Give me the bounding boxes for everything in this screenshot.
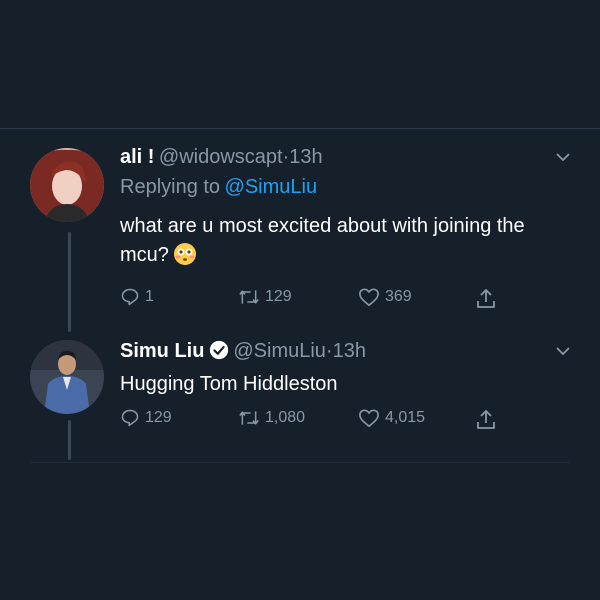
share-icon (477, 410, 495, 429)
timestamp[interactable]: 13h (289, 146, 322, 168)
retweet-count: 129 (265, 288, 292, 305)
chevron-down-icon[interactable] (554, 148, 572, 166)
avatar-simu-liu[interactable] (30, 340, 104, 414)
bottom-divider (30, 462, 570, 463)
reply-button[interactable]: 129 (120, 408, 172, 428)
like-count: 4,015 (385, 409, 426, 426)
thread-connector-line (68, 232, 71, 332)
like-button[interactable]: 369 (358, 287, 412, 307)
share-button[interactable] (476, 287, 496, 309)
retweet-icon (239, 290, 259, 304)
heart-icon (359, 288, 379, 306)
chevron-down-icon[interactable] (554, 342, 572, 360)
like-count: 369 (385, 288, 412, 305)
share-button[interactable] (476, 408, 496, 430)
like-button[interactable]: 4,015 (358, 408, 425, 428)
reply-button[interactable]: 1 (120, 287, 154, 307)
avatar-ali[interactable] (30, 148, 104, 222)
verified-badge-icon (209, 340, 229, 360)
reply-icon (121, 409, 139, 427)
flushed-face-emoji-icon (173, 243, 196, 265)
top-divider (0, 128, 600, 129)
display-name[interactable]: ali ! (120, 146, 154, 168)
share-icon (477, 289, 495, 308)
time-separator: · (325, 340, 333, 362)
reply-icon (121, 288, 139, 306)
tweet-body: Hugging Tom Hiddleston (120, 373, 338, 395)
handle[interactable]: @SimuLiu (233, 340, 326, 362)
reply-count: 129 (145, 409, 172, 426)
retweet-icon (239, 411, 259, 425)
tweet-header: Simu Liu @SimuLiu·13h (120, 340, 570, 363)
replying-to-line: Replying to @SimuLiu (120, 176, 570, 199)
timestamp[interactable]: 13h (333, 340, 366, 362)
retweet-button[interactable]: 129 (238, 287, 292, 307)
thread-connector-line-lower (68, 420, 71, 460)
replying-to-link[interactable]: @SimuLiu (225, 176, 318, 198)
replying-to-label: Replying to (120, 176, 221, 198)
display-name[interactable]: Simu Liu (120, 340, 204, 362)
tweet-actions: 1 129 369 (120, 287, 520, 311)
handle[interactable]: @widowscapt (159, 146, 283, 168)
retweet-count: 1,080 (265, 409, 306, 426)
tweet-header: ali ! @widowscapt·13h (120, 146, 570, 169)
tweet-actions: 129 1,080 4,015 (120, 408, 520, 432)
heart-icon (359, 409, 379, 427)
tweet-text: what are u most excited about with joini… (120, 212, 570, 270)
tweet-text: Hugging Tom Hiddleston (120, 370, 570, 399)
retweet-button[interactable]: 1,080 (238, 408, 305, 428)
reply-count: 1 (145, 288, 154, 305)
